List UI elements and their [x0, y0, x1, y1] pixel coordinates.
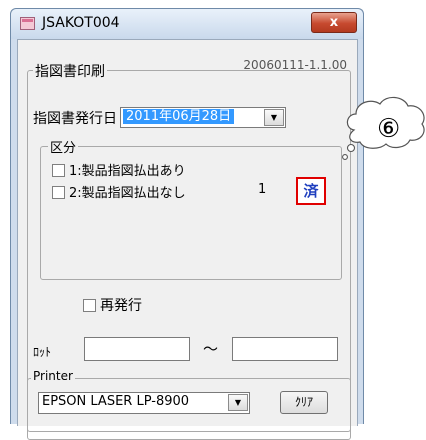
title-bar[interactable]: JSAKOT004 x	[11, 9, 363, 39]
reissue-label: 再発行	[100, 298, 142, 314]
lot-label: ﾛｯﾄ	[33, 345, 52, 359]
printer-select-value: EPSON LASER LP-8900	[42, 394, 190, 409]
lot-to-input[interactable]	[232, 337, 338, 361]
category-2-label: 2:製品指図払出なし	[69, 186, 186, 201]
close-button[interactable]: x	[311, 12, 357, 33]
reissue-checkbox[interactable]	[83, 299, 96, 312]
app-icon	[20, 17, 35, 30]
clear-button[interactable]: ｸﾘｱ	[280, 391, 328, 414]
issue-date-label: 指図書発行日	[33, 111, 117, 127]
callout-number: ⑥	[377, 114, 401, 144]
chevron-down-icon[interactable]: ▼	[264, 109, 284, 126]
printer-select[interactable]: EPSON LASER LP-8900 ▼	[38, 392, 250, 414]
category-2-checkbox[interactable]	[52, 186, 65, 199]
lot-tilde: ～	[203, 340, 219, 358]
issue-date-value: 2011年06月28日	[123, 109, 235, 124]
window-title: JSAKOT004	[42, 15, 120, 31]
version-label: 20060111-1.1.00	[243, 58, 347, 72]
dialog-body: 指図書印刷 20060111-1.1.00 指図書発行日 2011年06月28日…	[17, 39, 358, 440]
app-window: JSAKOT004 x 指図書印刷 20060111-1.1.00 指図書発行日…	[10, 8, 364, 440]
issue-date-combo[interactable]: 2011年06月28日 ▼	[120, 107, 286, 128]
status-badge: 済	[296, 177, 326, 205]
category-group-label: 区分	[48, 137, 79, 156]
category-1-label: 1:製品指図払出あり	[69, 164, 186, 179]
print-group-label: 指図書印刷	[33, 61, 107, 81]
category-2-count: 1	[258, 182, 267, 197]
printer-group-label: Printer	[31, 369, 75, 383]
category-1-checkbox[interactable]	[52, 164, 65, 177]
lot-from-input[interactable]	[84, 337, 190, 361]
chevron-down-icon[interactable]: ▼	[228, 394, 248, 411]
